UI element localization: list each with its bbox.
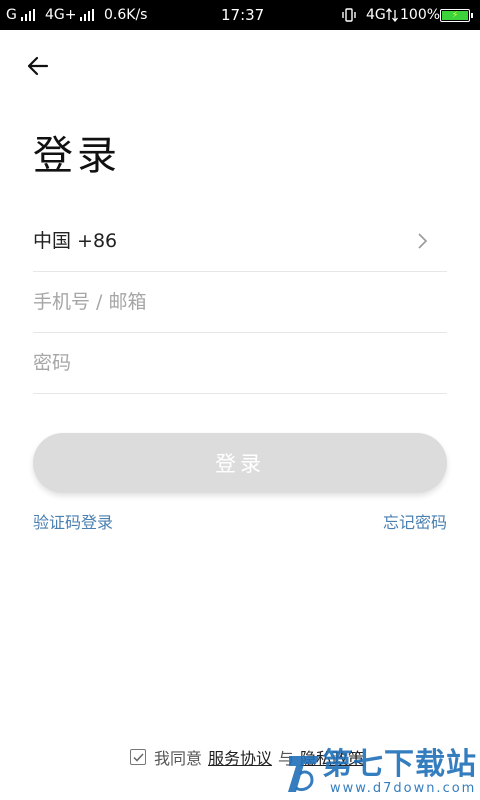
chevron-right-icon <box>418 233 428 249</box>
carrier-1-label: G <box>6 7 17 23</box>
country-code-label: 中国 +86 <box>33 230 118 252</box>
battery-percent: 100% <box>400 7 441 23</box>
carrier-2-label: 4G+ <box>45 7 77 23</box>
check-icon <box>132 752 144 762</box>
login-button[interactable]: 登录 <box>33 433 447 493</box>
clock: 17:37 <box>221 6 265 24</box>
back-button[interactable] <box>20 48 56 84</box>
vibrate-icon <box>342 8 356 22</box>
data-arrows-icon <box>386 8 398 22</box>
forgot-password-link[interactable]: 忘记密码 <box>383 512 447 534</box>
privacy-policy-link[interactable]: 隐私政策 <box>300 745 364 769</box>
account-input[interactable] <box>33 285 447 319</box>
battery-icon: ⚡ <box>440 9 473 22</box>
status-bar: G 4G+ 0.6K/s 17:37 4G 100% ⚡ <box>0 0 480 30</box>
agree-prefix-text: 我同意 <box>154 749 203 768</box>
account-field-row <box>33 271 447 333</box>
sms-login-link[interactable]: 验证码登录 <box>33 512 113 534</box>
agree-checkbox[interactable] <box>130 749 146 765</box>
password-input[interactable] <box>33 346 447 380</box>
signal-icon <box>21 9 37 21</box>
page-title: 登录 <box>33 133 121 179</box>
service-agreement-link[interactable]: 服务协议 <box>208 745 272 769</box>
back-arrow-icon <box>27 56 49 76</box>
network-type-label: 4G <box>366 7 386 23</box>
password-field-row <box>33 332 447 394</box>
login-screen: G 4G+ 0.6K/s 17:37 4G 100% ⚡ 登录 中国 +86 手… <box>0 0 480 800</box>
watermark-url: www.d7down.com <box>330 781 477 796</box>
agreement-row: 我同意 服务协议 与 隐私政策 <box>130 744 364 770</box>
agreement-separator: 与 <box>278 749 295 768</box>
network-speed: 0.6K/s <box>104 7 148 23</box>
country-code-selector[interactable]: 中国 +86 <box>33 210 447 272</box>
signal-icon <box>80 9 96 21</box>
